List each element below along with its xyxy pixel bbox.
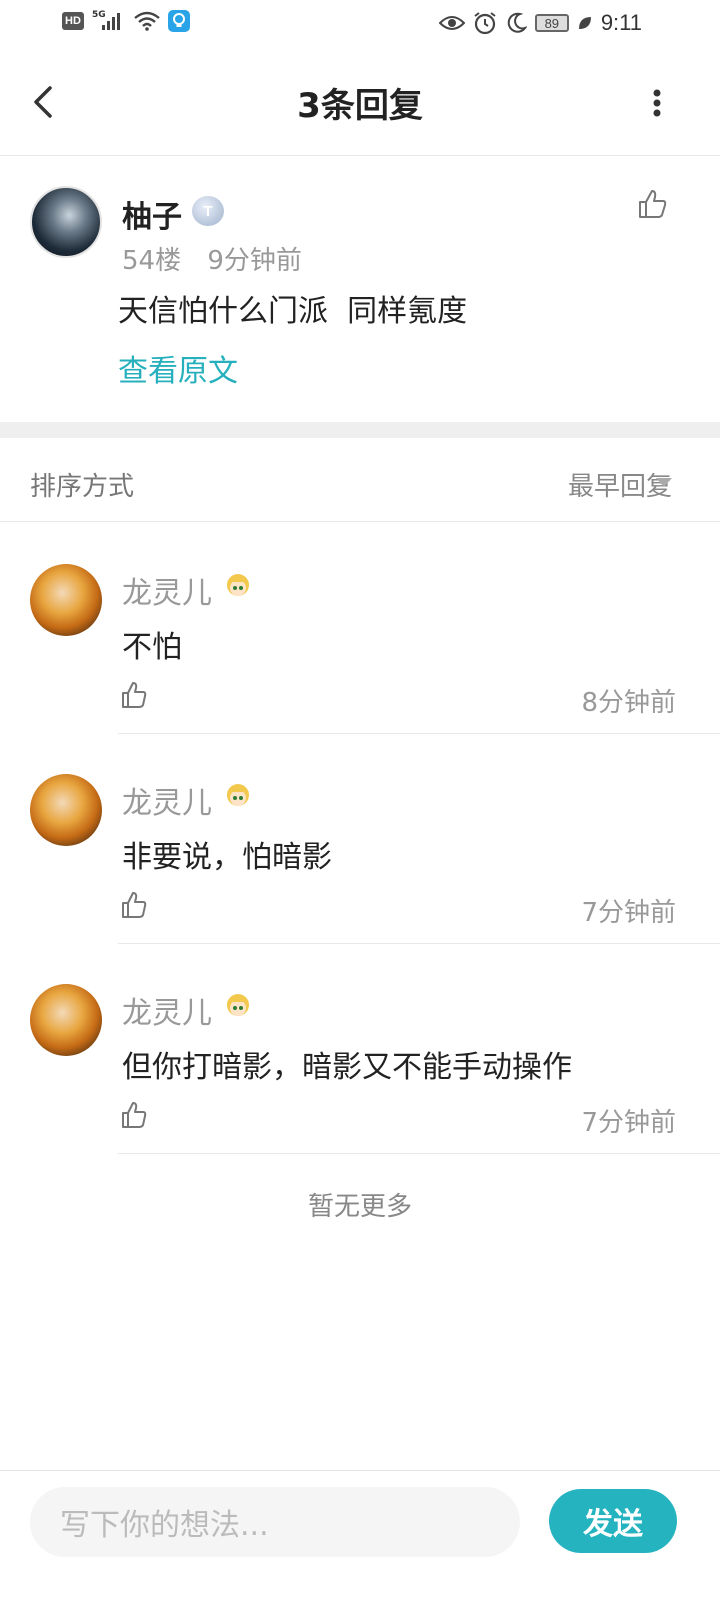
reply-author-avatar[interactable] xyxy=(30,774,102,846)
page-title: 3条回复 xyxy=(297,86,423,126)
hd-icon: HD xyxy=(62,12,84,30)
leaf-icon xyxy=(578,17,591,29)
thumbs-up-icon[interactable] xyxy=(636,188,668,220)
status-bar: HD 5G 89 9:11 xyxy=(0,0,720,50)
send-button[interactable]: 发送 xyxy=(549,1489,677,1553)
signal-icon: 5G xyxy=(92,10,126,32)
post-author-name[interactable]: 柚子 xyxy=(122,192,182,236)
post-content: 天信怕什么门派 同样氪度 xyxy=(118,294,468,329)
thumbs-up-icon[interactable] xyxy=(120,680,148,710)
reply-author-name[interactable]: 龙灵儿 xyxy=(122,568,212,612)
thumbs-up-icon[interactable] xyxy=(120,890,148,920)
view-original-link[interactable]: 查看原文 xyxy=(118,346,238,390)
reply-item: 龙灵儿 不怕 8分钟前 xyxy=(0,524,720,734)
reply-time: 7分钟前 xyxy=(581,1108,676,1138)
reply-time: 8分钟前 xyxy=(581,688,676,718)
sort-label: 排序方式 xyxy=(30,472,135,502)
top-nav-bar: 3条回复 xyxy=(0,50,720,156)
character-badge-icon xyxy=(227,574,249,596)
moon-icon xyxy=(507,12,527,33)
reply-divider xyxy=(118,1153,720,1154)
no-more-label: 暂无更多 xyxy=(307,1192,412,1222)
eye-icon xyxy=(438,16,465,30)
reply-content: 非要说，怕暗影 xyxy=(122,840,332,875)
chevron-down-icon[interactable] xyxy=(656,478,672,487)
post-author-avatar[interactable] xyxy=(30,186,102,258)
reply-author-avatar[interactable] xyxy=(30,984,102,1056)
post-time: 9分钟前 xyxy=(207,246,302,276)
reply-time: 7分钟前 xyxy=(581,898,676,928)
lightbulb-app-icon xyxy=(168,10,190,32)
reply-author-avatar[interactable] xyxy=(30,564,102,636)
status-time: 9:11 xyxy=(600,10,642,35)
level-badge-icon: T xyxy=(192,196,224,226)
reply-item: 龙灵儿 但你打暗影，暗影又不能手动操作 7分钟前 xyxy=(0,944,720,1154)
status-right-icons: 89 9:11 xyxy=(438,10,642,36)
reply-content: 但你打暗影，暗影又不能手动操作 xyxy=(122,1050,572,1085)
more-options-icon[interactable] xyxy=(652,88,662,118)
comment-input[interactable]: 写下你的想法... xyxy=(30,1487,520,1557)
floor-number: 54楼 xyxy=(122,246,182,276)
alarm-icon xyxy=(474,12,496,35)
section-divider xyxy=(0,422,720,438)
thumbs-up-icon[interactable] xyxy=(120,1100,148,1130)
status-left-icons: HD 5G xyxy=(62,10,190,32)
reply-item: 龙灵儿 非要说，怕暗影 7分钟前 xyxy=(0,734,720,944)
reply-author-name[interactable]: 龙灵儿 xyxy=(122,778,212,822)
character-badge-icon xyxy=(227,784,249,806)
wifi-icon xyxy=(134,11,160,31)
battery-indicator: 89 xyxy=(534,14,569,32)
sort-row: 排序方式 最早回复 xyxy=(0,438,720,522)
reply-author-name[interactable]: 龙灵儿 xyxy=(122,988,212,1032)
comment-composer: 写下你的想法... 发送 xyxy=(0,1470,720,1600)
reply-content: 不怕 xyxy=(122,630,182,665)
character-badge-icon xyxy=(227,994,249,1016)
post-meta: 54楼 9分钟前 xyxy=(122,240,320,277)
